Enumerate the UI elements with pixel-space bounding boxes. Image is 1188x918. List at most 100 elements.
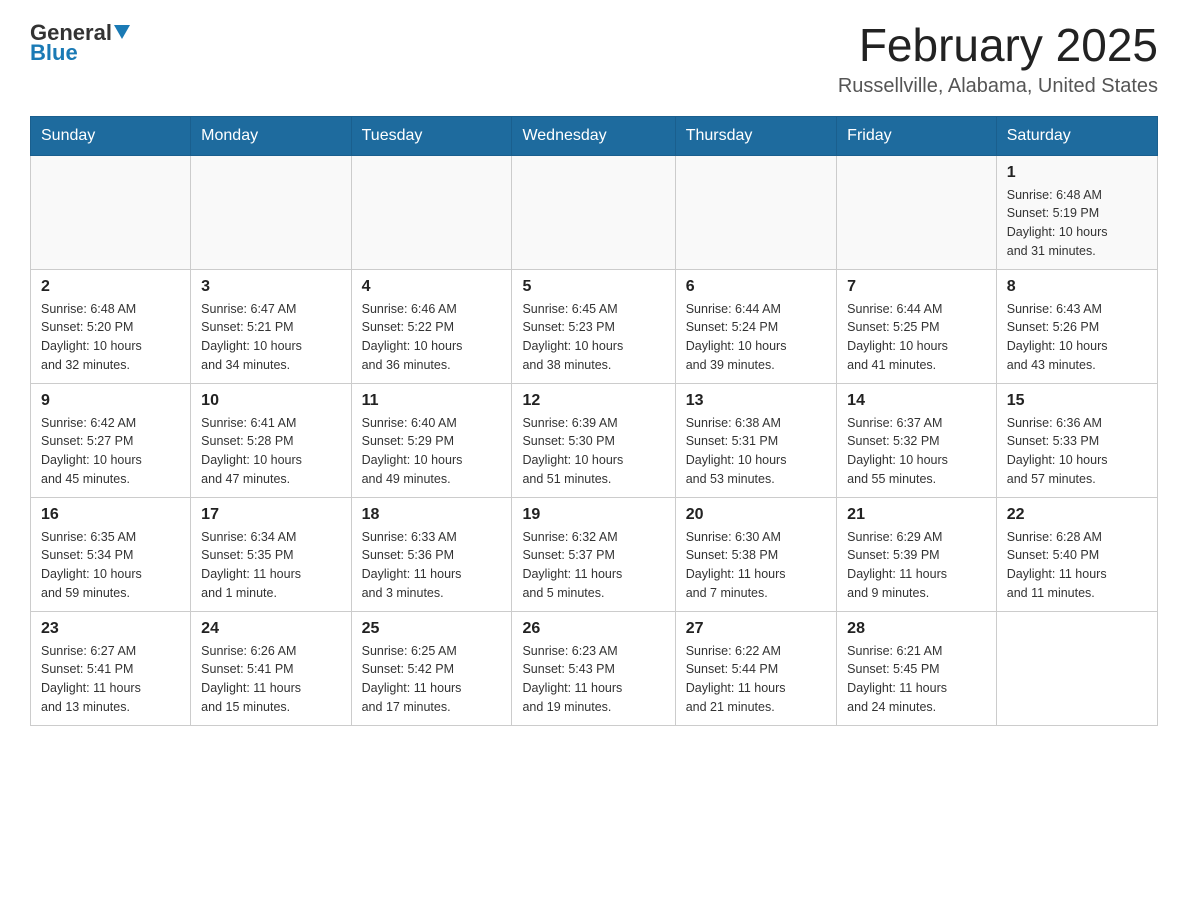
day-info: Sunrise: 6:44 AMSunset: 5:24 PMDaylight:… xyxy=(686,300,826,375)
calendar-day-cell: 18 Sunrise: 6:33 AMSunset: 5:36 PMDayligh… xyxy=(351,497,512,611)
calendar-day-cell: 14Sunrise: 6:37 AMSunset: 5:32 PMDayligh… xyxy=(837,383,997,497)
day-number: 14 xyxy=(847,392,986,410)
day-info: Sunrise: 6:48 AMSunset: 5:20 PMDaylight:… xyxy=(41,300,180,375)
calendar-day-cell: 2 Sunrise: 6:48 AMSunset: 5:20 PMDaylight… xyxy=(31,269,191,383)
calendar-day-cell: 20 Sunrise: 6:30 AMSunset: 5:38 PMDayligh… xyxy=(675,497,836,611)
calendar-day-cell: 4Sunrise: 6:46 AMSunset: 5:22 PMDaylight… xyxy=(351,269,512,383)
calendar-day-cell: 23 Sunrise: 6:27 AMSunset: 5:41 PMDayligh… xyxy=(31,611,191,725)
day-info: Sunrise: 6:39 AMSunset: 5:30 PMDaylight:… xyxy=(522,414,664,489)
calendar-day-cell: 27 Sunrise: 6:22 AMSunset: 5:44 PMDayligh… xyxy=(675,611,836,725)
calendar-day-cell: 26 Sunrise: 6:23 AMSunset: 5:43 PMDayligh… xyxy=(512,611,675,725)
calendar-week-row: 2 Sunrise: 6:48 AMSunset: 5:20 PMDaylight… xyxy=(31,269,1158,383)
calendar-day-cell: 9Sunrise: 6:42 AMSunset: 5:27 PMDaylight… xyxy=(31,383,191,497)
calendar-day-cell xyxy=(675,155,836,269)
day-number: 25 xyxy=(362,620,502,638)
day-info: Sunrise: 6:44 AMSunset: 5:25 PMDaylight:… xyxy=(847,300,986,375)
calendar-day-cell xyxy=(351,155,512,269)
calendar-day-cell: 8 Sunrise: 6:43 AMSunset: 5:26 PMDaylight… xyxy=(996,269,1157,383)
calendar-day-cell xyxy=(31,155,191,269)
calendar-day-cell: 10 Sunrise: 6:41 AMSunset: 5:28 PMDayligh… xyxy=(191,383,351,497)
day-number: 7 xyxy=(847,278,986,296)
calendar-day-cell: 17 Sunrise: 6:34 AMSunset: 5:35 PMDayligh… xyxy=(191,497,351,611)
calendar-day-cell: 7 Sunrise: 6:44 AMSunset: 5:25 PMDaylight… xyxy=(837,269,997,383)
day-number: 6 xyxy=(686,278,826,296)
day-info: Sunrise: 6:35 AMSunset: 5:34 PMDaylight:… xyxy=(41,528,180,603)
calendar-day-cell: 11Sunrise: 6:40 AMSunset: 5:29 PMDayligh… xyxy=(351,383,512,497)
calendar-week-row: 16 Sunrise: 6:35 AMSunset: 5:34 PMDayligh… xyxy=(31,497,1158,611)
day-info: Sunrise: 6:28 AMSunset: 5:40 PMDaylight:… xyxy=(1007,528,1147,603)
day-info: Sunrise: 6:27 AMSunset: 5:41 PMDaylight:… xyxy=(41,642,180,717)
day-info: Sunrise: 6:23 AMSunset: 5:43 PMDaylight:… xyxy=(522,642,664,717)
day-number: 22 xyxy=(1007,506,1147,524)
calendar-day-cell: 21 Sunrise: 6:29 AMSunset: 5:39 PMDayligh… xyxy=(837,497,997,611)
day-info: Sunrise: 6:26 AMSunset: 5:41 PMDaylight:… xyxy=(201,642,340,717)
calendar-weekday-header: Tuesday xyxy=(351,116,512,155)
day-info: Sunrise: 6:48 AMSunset: 5:19 PMDaylight:… xyxy=(1007,186,1147,261)
day-info: Sunrise: 6:34 AMSunset: 5:35 PMDaylight:… xyxy=(201,528,340,603)
day-info: Sunrise: 6:29 AMSunset: 5:39 PMDaylight:… xyxy=(847,528,986,603)
day-number: 1 xyxy=(1007,164,1147,182)
day-number: 9 xyxy=(41,392,180,410)
calendar-weekday-header: Sunday xyxy=(31,116,191,155)
calendar-day-cell: 5Sunrise: 6:45 AMSunset: 5:23 PMDaylight… xyxy=(512,269,675,383)
day-info: Sunrise: 6:36 AMSunset: 5:33 PMDaylight:… xyxy=(1007,414,1147,489)
calendar-week-row: 9Sunrise: 6:42 AMSunset: 5:27 PMDaylight… xyxy=(31,383,1158,497)
calendar-day-cell: 19 Sunrise: 6:32 AMSunset: 5:37 PMDayligh… xyxy=(512,497,675,611)
logo: General Blue xyxy=(30,20,136,66)
calendar-day-cell: 16 Sunrise: 6:35 AMSunset: 5:34 PMDayligh… xyxy=(31,497,191,611)
page-header: General Blue February 2025 Russellville,… xyxy=(30,20,1158,98)
title-block: February 2025 Russellville, Alabama, Uni… xyxy=(838,20,1158,98)
day-number: 13 xyxy=(686,392,826,410)
calendar-day-cell: 3 Sunrise: 6:47 AMSunset: 5:21 PMDaylight… xyxy=(191,269,351,383)
calendar-weekday-header: Thursday xyxy=(675,116,836,155)
day-info: Sunrise: 6:32 AMSunset: 5:37 PMDaylight:… xyxy=(522,528,664,603)
calendar-day-cell xyxy=(837,155,997,269)
calendar-day-cell: 24Sunrise: 6:26 AMSunset: 5:41 PMDayligh… xyxy=(191,611,351,725)
calendar-header-row: SundayMondayTuesdayWednesdayThursdayFrid… xyxy=(31,116,1158,155)
calendar-week-row: 23 Sunrise: 6:27 AMSunset: 5:41 PMDayligh… xyxy=(31,611,1158,725)
calendar-day-cell: 15 Sunrise: 6:36 AMSunset: 5:33 PMDayligh… xyxy=(996,383,1157,497)
day-info: Sunrise: 6:47 AMSunset: 5:21 PMDaylight:… xyxy=(201,300,340,375)
calendar-weekday-header: Monday xyxy=(191,116,351,155)
day-info: Sunrise: 6:43 AMSunset: 5:26 PMDaylight:… xyxy=(1007,300,1147,375)
day-number: 5 xyxy=(522,278,664,296)
calendar-day-cell: 28Sunrise: 6:21 AMSunset: 5:45 PMDayligh… xyxy=(837,611,997,725)
day-number: 17 xyxy=(201,506,340,524)
calendar-weekday-header: Wednesday xyxy=(512,116,675,155)
day-info: Sunrise: 6:25 AMSunset: 5:42 PMDaylight:… xyxy=(362,642,502,717)
calendar-day-cell: 12 Sunrise: 6:39 AMSunset: 5:30 PMDayligh… xyxy=(512,383,675,497)
calendar-day-cell xyxy=(512,155,675,269)
day-number: 18 xyxy=(362,506,502,524)
calendar-day-cell: 6 Sunrise: 6:44 AMSunset: 5:24 PMDaylight… xyxy=(675,269,836,383)
day-number: 19 xyxy=(522,506,664,524)
day-number: 21 xyxy=(847,506,986,524)
day-number: 26 xyxy=(522,620,664,638)
day-number: 16 xyxy=(41,506,180,524)
day-info: Sunrise: 6:46 AMSunset: 5:22 PMDaylight:… xyxy=(362,300,502,375)
calendar-table: SundayMondayTuesdayWednesdayThursdayFrid… xyxy=(30,116,1158,726)
day-number: 12 xyxy=(522,392,664,410)
day-info: Sunrise: 6:30 AMSunset: 5:38 PMDaylight:… xyxy=(686,528,826,603)
day-number: 28 xyxy=(847,620,986,638)
day-number: 23 xyxy=(41,620,180,638)
day-number: 20 xyxy=(686,506,826,524)
calendar-day-cell: 22 Sunrise: 6:28 AMSunset: 5:40 PMDayligh… xyxy=(996,497,1157,611)
day-number: 3 xyxy=(201,278,340,296)
day-number: 27 xyxy=(686,620,826,638)
day-number: 10 xyxy=(201,392,340,410)
calendar-day-cell xyxy=(996,611,1157,725)
day-info: Sunrise: 6:22 AMSunset: 5:44 PMDaylight:… xyxy=(686,642,826,717)
day-number: 8 xyxy=(1007,278,1147,296)
calendar-day-cell: 1 Sunrise: 6:48 AMSunset: 5:19 PMDaylight… xyxy=(996,155,1157,269)
calendar-weekday-header: Saturday xyxy=(996,116,1157,155)
location-title: Russellville, Alabama, United States xyxy=(838,75,1158,98)
day-info: Sunrise: 6:33 AMSunset: 5:36 PMDaylight:… xyxy=(362,528,502,603)
day-info: Sunrise: 6:41 AMSunset: 5:28 PMDaylight:… xyxy=(201,414,340,489)
day-number: 11 xyxy=(362,392,502,410)
calendar-weekday-header: Friday xyxy=(837,116,997,155)
calendar-week-row: 1 Sunrise: 6:48 AMSunset: 5:19 PMDaylight… xyxy=(31,155,1158,269)
day-info: Sunrise: 6:38 AMSunset: 5:31 PMDaylight:… xyxy=(686,414,826,489)
day-number: 15 xyxy=(1007,392,1147,410)
calendar-day-cell: 13 Sunrise: 6:38 AMSunset: 5:31 PMDayligh… xyxy=(675,383,836,497)
day-number: 2 xyxy=(41,278,180,296)
